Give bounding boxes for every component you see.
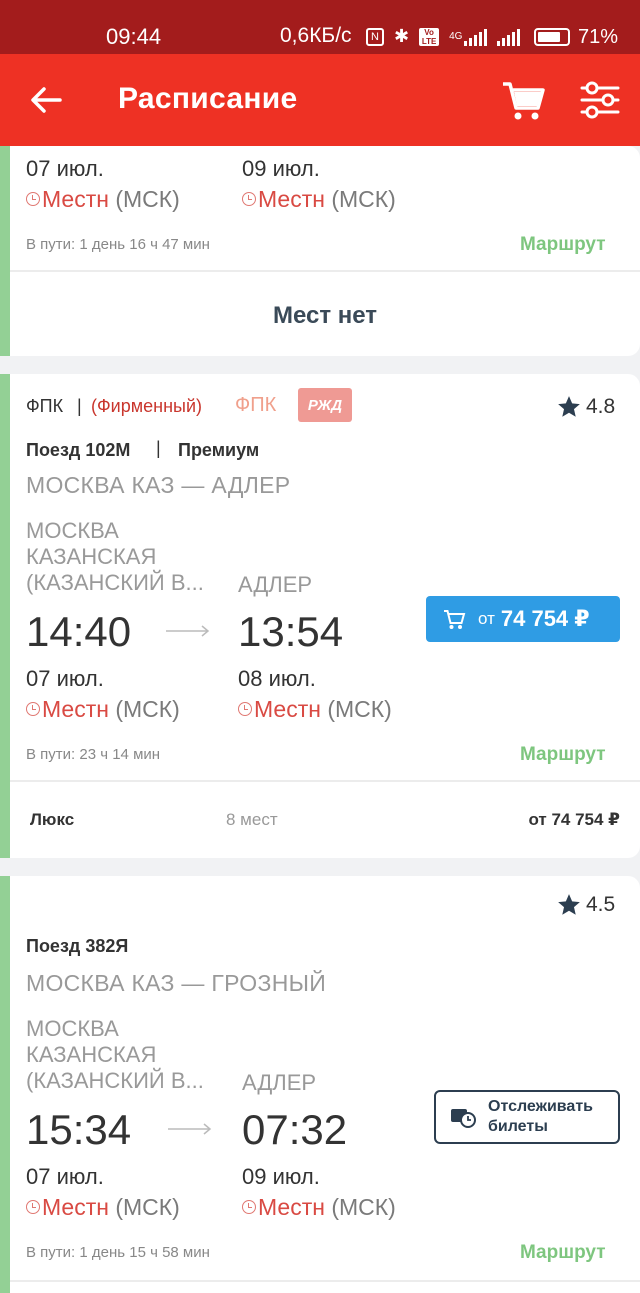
status-bar: 09:44 0,6КБ/с N ✱ Vo LTE 4G 71% [0, 0, 640, 54]
bluetooth-icon: ✱ [394, 26, 410, 46]
travel-time: В пути: 1 день 16 ч 47 мин [26, 236, 210, 253]
train-number: Поезд 102М [26, 440, 131, 460]
network-type: 4G [449, 31, 463, 42]
seat-class-name: Люкс [30, 810, 75, 829]
brand-label: (Фирменный) [91, 396, 202, 416]
signal-icon-2 [497, 28, 521, 46]
cart-button[interactable] [500, 78, 546, 122]
star-icon [558, 894, 580, 915]
carrier-separator: | [77, 396, 82, 416]
departure-station: МОСКВА КАЗАНСКАЯ (КАЗАНСКИЙ В... [26, 518, 204, 595]
rzd-logo: РЖД [298, 388, 352, 422]
filter-button[interactable] [578, 78, 622, 122]
signal-icon [464, 28, 488, 46]
departure-date: 07 июл. [26, 1164, 104, 1189]
arrow-right-icon [166, 625, 210, 637]
volte-icon: Vo LTE [419, 27, 440, 46]
status-icons: N ✱ Vo LTE 4G [366, 26, 521, 47]
train-card-3[interactable]: 4.5 Поезд 382Я МОСКВА КАЗ — ГРОЗНЫЙ МОСК… [0, 876, 640, 1293]
divider [10, 1280, 640, 1282]
arrival-date: 09 июл. [242, 156, 320, 181]
arrival-timezone: Местн (МСК) [238, 696, 392, 723]
train-card-2[interactable]: ФПК | (Фирменный) ФПК РЖД 4.8 Поезд 102М… [0, 374, 640, 858]
route-link[interactable]: Маршрут [520, 744, 606, 766]
arrival-station: АДЛЕР [242, 1070, 317, 1095]
seat-count: 8 мест [226, 810, 278, 829]
train-class: Премиум [178, 440, 260, 460]
seat-class-price: от 74 754 ₽ [528, 810, 620, 829]
carrier-name: ФПК [26, 396, 64, 416]
departure-time: 14:40 [26, 608, 132, 655]
battery-percent: 71% [578, 26, 619, 48]
sliders-icon [580, 81, 620, 119]
divider [10, 270, 640, 272]
departure-time: 15:34 [26, 1106, 132, 1153]
page-title: Расписание [118, 82, 298, 115]
track-tickets-label: Отслеживать билеты [488, 1098, 593, 1135]
travel-time: В пути: 1 день 15 ч 58 мин [26, 1244, 210, 1261]
departure-date: 07 июл. [26, 666, 104, 691]
no-seats-label: Мест нет [272, 302, 378, 329]
departure-timezone: Местн (МСК) [26, 186, 180, 213]
back-button[interactable] [26, 80, 66, 120]
star-icon [558, 396, 580, 417]
departure-date: 07 июл. [26, 156, 104, 181]
departure-timezone: Местн (МСК) [26, 1194, 180, 1221]
clock-icon [238, 702, 252, 716]
route-name: МОСКВА КАЗ — ГРОЗНЫЙ [26, 970, 327, 996]
clock-icon [242, 192, 256, 206]
arrival-time: 13:54 [238, 608, 344, 655]
seat-class-row[interactable]: Люкс 8 мест от 74 754 ₽ [10, 782, 640, 858]
nfc-icon: N [366, 27, 384, 46]
rating: 4.5 [556, 892, 615, 918]
train-card-1[interactable]: 07 июл. 09 июл. Местн (МСК) Местн (МСК) … [0, 146, 640, 356]
clock-icon [26, 192, 40, 206]
arrival-station: АДЛЕР [238, 572, 313, 597]
route-link[interactable]: Маршрут [520, 1242, 606, 1264]
arrival-timezone: Местн (МСК) [242, 186, 396, 213]
rating: 4.8 [556, 394, 615, 420]
fpk-logo: ФПК [235, 394, 277, 416]
arrival-timezone: Местн (МСК) [242, 1194, 396, 1221]
app-bar: Расписание [0, 54, 640, 146]
buy-price-button[interactable]: от 74 754 ₽ [426, 596, 620, 642]
arrow-left-icon [31, 87, 62, 113]
route-link[interactable]: Маршрут [520, 234, 606, 256]
travel-time: В пути: 23 ч 14 мин [26, 746, 161, 763]
departure-station: МОСКВА КАЗАНСКАЯ (КАЗАНСКИЙ В... [26, 1016, 204, 1093]
status-net-speed: 0,6КБ/с [280, 24, 352, 47]
train-number: Поезд 382Я [26, 936, 129, 956]
ticket-clock-icon [451, 1109, 476, 1128]
arrival-date: 08 июл. [238, 666, 316, 691]
arrow-right-icon [168, 1123, 212, 1135]
clock-icon [26, 702, 40, 716]
cart-icon [503, 82, 545, 120]
status-time: 09:44 [106, 24, 162, 49]
cart-icon [444, 610, 466, 629]
clock-icon [26, 1200, 40, 1214]
price-from: от [478, 609, 495, 628]
clock-icon [242, 1200, 256, 1214]
battery-icon [534, 28, 570, 46]
route-name: МОСКВА КАЗ — АДЛЕР [26, 472, 291, 498]
price-amount: 74 754 ₽ [500, 606, 590, 631]
train-separator: | [156, 438, 161, 458]
departure-timezone: Местн (МСК) [26, 696, 180, 723]
arrival-date: 09 июл. [242, 1164, 320, 1189]
arrival-time: 07:32 [242, 1106, 348, 1153]
track-tickets-button[interactable]: Отслеживать билеты [434, 1090, 620, 1144]
